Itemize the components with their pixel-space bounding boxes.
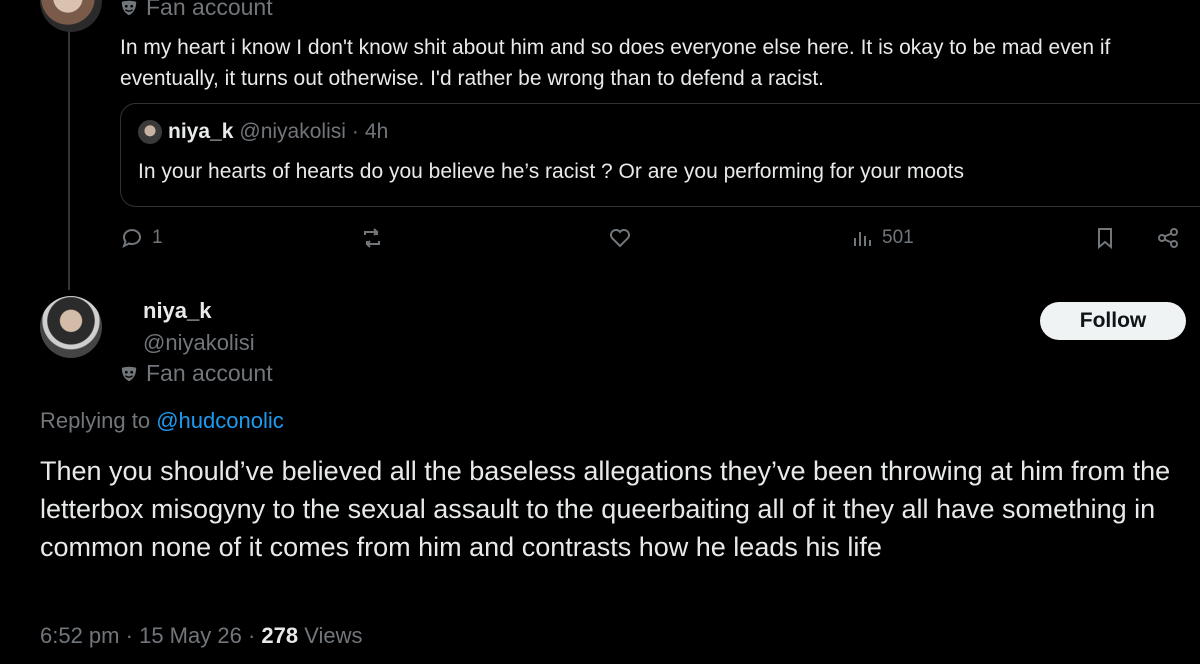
follow-button[interactable]: Follow bbox=[1040, 302, 1186, 340]
meta-separator: · bbox=[125, 623, 133, 648]
share-button[interactable] bbox=[1156, 226, 1180, 250]
bookmark-icon bbox=[1098, 228, 1112, 250]
views-button[interactable]: 501 bbox=[850, 226, 914, 250]
reply-button[interactable]: 1 bbox=[120, 226, 163, 250]
tweet-time[interactable]: 6:52 pm bbox=[40, 623, 120, 648]
fan-account-label: Fan account bbox=[146, 0, 273, 20]
user-handle[interactable]: @niyakolisi bbox=[143, 330, 255, 356]
tweet-text: Then you should’ve believed all the base… bbox=[40, 456, 1171, 562]
quoted-name: niya_k bbox=[168, 120, 234, 143]
thread-connector-line bbox=[68, 0, 70, 290]
fan-account-label: Fan account bbox=[146, 360, 273, 386]
quoted-avatar bbox=[138, 120, 162, 144]
meta-separator: · bbox=[247, 623, 256, 648]
quoted-tweet-text: In your hearts of hearts do you believe … bbox=[138, 160, 965, 183]
theater-mask-icon bbox=[121, 0, 137, 15]
replying-to-link[interactable]: @hudconolic bbox=[156, 408, 284, 433]
fan-account-badge: Fan account bbox=[120, 360, 273, 387]
share-icon bbox=[1158, 228, 1178, 248]
repost-button[interactable] bbox=[360, 226, 384, 250]
tweet-date[interactable]: 15 May 26 bbox=[139, 623, 242, 648]
quoted-handle: @niyakolisi bbox=[239, 120, 346, 143]
reply-icon bbox=[122, 229, 141, 248]
tweet-meta: 6:52 pm · 15 May 26 · 278 Views bbox=[40, 623, 363, 649]
analytics-icon bbox=[854, 232, 871, 246]
display-name[interactable]: niya_k bbox=[143, 298, 212, 324]
avatar[interactable] bbox=[40, 0, 102, 32]
views-count: 501 bbox=[882, 227, 914, 248]
views-label: Views bbox=[304, 623, 363, 648]
views-count: 278 bbox=[261, 623, 299, 648]
replying-to: Replying to @hudconolic bbox=[40, 408, 284, 434]
action-bar: 1 501 bbox=[120, 226, 1200, 256]
quoted-tweet-card[interactable] bbox=[120, 103, 1200, 207]
quoted-tweet-header: niya_k @niyakolisi · 4h bbox=[138, 120, 388, 144]
reply-text: In my heart i know I don't know shit abo… bbox=[120, 36, 1111, 90]
like-button[interactable] bbox=[608, 226, 632, 250]
theater-mask-icon bbox=[121, 366, 137, 381]
quoted-separator: · bbox=[351, 120, 359, 143]
heart-icon bbox=[610, 229, 630, 248]
repost-icon bbox=[364, 228, 380, 248]
avatar[interactable] bbox=[40, 296, 102, 358]
bookmark-button[interactable] bbox=[1093, 226, 1117, 250]
replying-prefix: Replying to bbox=[40, 408, 151, 433]
quoted-time: 4h bbox=[364, 120, 389, 143]
reply-count: 1 bbox=[152, 227, 163, 248]
fan-account-badge: Fan account bbox=[120, 0, 273, 21]
